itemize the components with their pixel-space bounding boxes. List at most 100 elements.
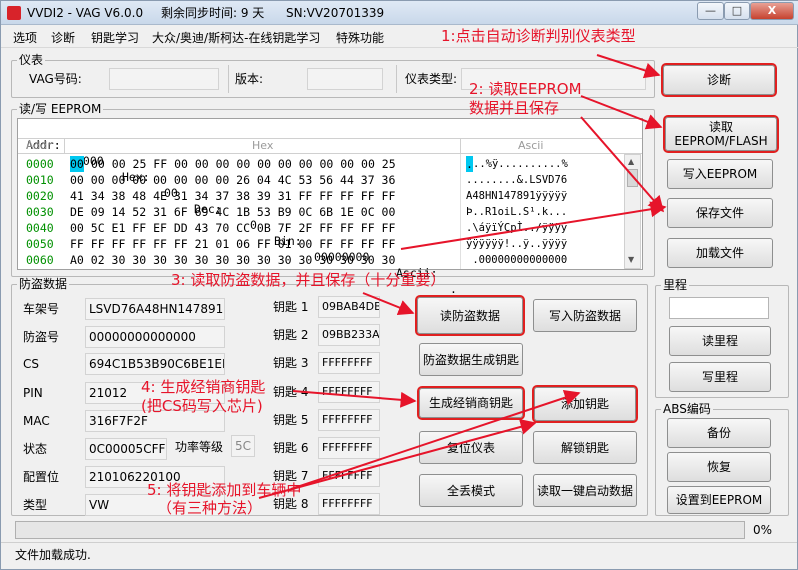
reset-dashboard-button[interactable]: 复位仪表 [419,431,523,464]
hex-row-ascii[interactable]: .00000000000000 [466,252,567,268]
hex-scrollbar[interactable]: ▲ ▼ [624,154,641,269]
status-bar: 文件加载成功. [1,542,797,569]
app-icon [7,6,21,20]
write-eeprom-button[interactable]: 写入EEPROM [667,159,773,189]
minimize-button[interactable]: — [697,2,724,20]
hex-row[interactable]: 0000 00 00 00 25 FF 00 00 00 00 00 00 00 0… [18,156,622,172]
title-bar: VVDI2 - VAG V6.0.0 剩余同步时间: 9 天 SN:VV2070… [1,1,798,25]
key-label: 钥匙 6 [273,441,309,455]
key-value[interactable]: FFFFFFFF [318,380,380,403]
hex-row[interactable]: 0050 FF FF FF FF FF FF 21 01 06 FF 01 00 … [18,236,622,252]
hex-row-bytes[interactable]: 00 00 00 00 00 00 00 00 26 04 4C 53 56 4… [70,172,395,188]
serial-number: SN:VV20701339 [286,6,385,20]
close-button[interactable]: X [750,2,794,20]
vag-number-label: VAG号码: [29,72,82,86]
hex-row[interactable]: 0020 41 34 38 48 4E 31 34 37 38 39 31 FF … [18,188,622,204]
key-label: 钥匙 4 [273,384,309,399]
menu-online-key-learning[interactable]: 大众/奥迪/斯柯达-在线钥匙学习 [152,29,320,46]
all-keys-lost-button[interactable]: 全丢模式 [419,474,523,507]
save-file-button[interactable]: 保存文件 [667,198,773,228]
hex-row[interactable]: 0030 DE 09 14 52 31 6F 69 4C 1B 53 B9 0C … [18,204,622,220]
hex-row[interactable]: 0040 00 5C E1 FF EF DD 43 70 CC 0B 7F 2F … [18,220,622,236]
immo-field-label: 车架号 [23,302,60,316]
scroll-thumb[interactable] [627,169,638,187]
divider [460,139,461,153]
menu-diagnose[interactable]: 诊断 [51,29,75,46]
hex-row-ascii[interactable]: Þ..R1oiL.S¹.k... [466,204,567,220]
hex-row-ascii[interactable]: ÿÿÿÿÿÿ!..ÿ..ÿÿÿÿ [466,236,567,252]
abs-restore-button[interactable]: 恢复 [667,452,771,482]
hex-row-bytes[interactable]: DE 09 14 52 31 6F 69 4C 1B 53 B9 0C 6B 1… [70,204,395,220]
hex-row-bytes[interactable]: 41 34 38 48 4E 31 34 37 38 39 31 FF FF F… [70,188,395,204]
generate-dealer-key-button[interactable]: 生成经销商钥匙 [417,386,525,420]
immo-field-value[interactable]: LSVD76A48HN147891 [85,298,225,320]
unlock-key-button[interactable]: 解锁钥匙 [533,431,637,464]
hex-row[interactable]: 0010 00 00 00 00 00 00 00 00 26 04 4C 53 … [18,172,622,188]
read-mileage-button[interactable]: 读里程 [669,326,771,356]
key-value[interactable]: FFFFFFFF [318,493,380,516]
key-value[interactable]: FFFFFFFF [318,465,380,488]
read-immo-data-button[interactable]: 读防盗数据 [415,295,525,336]
version-field[interactable] [307,68,383,90]
hex-editor[interactable]: Addr: 0000 Hex: 00 Dec: 0 Bin: 00000000 … [17,118,643,296]
abs-group-label: ABS编码 [661,402,713,416]
divider [228,65,229,93]
vag-number-field[interactable] [109,68,219,90]
hex-row-bytes[interactable]: A0 02 30 30 30 30 30 30 30 30 30 30 30 3… [70,252,395,268]
hex-row-bytes[interactable]: FF FF FF FF FF FF 21 01 06 FF 01 00 FF F… [70,236,395,252]
maximize-button[interactable]: □ [724,2,750,20]
hex-row-addr: 0050 [26,237,54,251]
abs-backup-button[interactable]: 备份 [667,418,771,448]
add-key-button[interactable]: 添加钥匙 [532,385,638,423]
key-label: 钥匙 5 [273,412,309,427]
key-value[interactable]: 09BB233A [318,324,380,347]
col-hex-header: Hex [252,139,274,152]
hex-row-addr: 0030 [26,205,54,219]
menu-options[interactable]: 选项 [13,29,37,46]
key-value[interactable]: FFFFFFFF [318,408,380,431]
dashboard-group-label: 仪表 [17,53,46,67]
menu-bar: 选项 诊断 钥匙学习 大众/奥迪/斯柯达-在线钥匙学习 特殊功能 [1,26,798,48]
scroll-up-icon[interactable]: ▲ [628,157,634,166]
abs-set-to-eeprom-button[interactable]: 设置到EEPROM [667,486,771,514]
immo-data-generate-key-button[interactable]: 防盗数据生成钥匙 [419,343,523,376]
ascii-char-selected[interactable]: . [466,156,473,172]
sync-remaining: 剩余同步时间: 9 天 [161,6,265,20]
hex-row[interactable]: 0060 A0 02 30 30 30 30 30 30 30 30 30 30 … [18,252,622,268]
read-eeprom-label: 读取 EEPROM/FLASH [674,120,768,148]
write-mileage-button[interactable]: 写里程 [669,362,771,392]
read-keyless-data-button[interactable]: 读取一键启动数据 [533,474,637,507]
key-label: 钥匙 1 [273,300,309,314]
hex-byte-selected[interactable]: 00 [70,156,84,172]
write-immo-data-button[interactable]: 写入防盗数据 [533,299,637,332]
power-level-field[interactable]: 5C [231,435,255,457]
menu-key-learning[interactable]: 钥匙学习 [91,29,139,46]
hex-row-bytes[interactable]: 00 5C E1 FF EF DD 43 70 CC 0B 7F 2F FF F… [70,220,395,236]
key-value[interactable]: 09BAB4DB [318,296,380,318]
hex-row-addr: 0020 [26,189,54,203]
hex-row-bytes[interactable]: 00 00 25 FF 00 00 00 00 00 00 00 00 00 0… [91,156,396,172]
annotation-2-line2: 数据并且保存 [469,99,560,117]
key-value[interactable]: FFFFFFFF [318,437,380,459]
hex-row-addr: 0040 [26,221,54,235]
annotation-4-line1: 4: 生成经销商钥匙 [141,378,266,396]
immo-field-value[interactable]: 00000000000000 [85,326,225,348]
hex-row-ascii[interactable]: A48HN147891ÿÿÿÿÿ [466,188,567,204]
scroll-down-icon[interactable]: ▼ [628,255,634,264]
hex-row-ascii[interactable]: .\áÿïÝCpÌ../ÿÿÿÿ [466,220,567,236]
menu-special-functions[interactable]: 特殊功能 [336,29,384,46]
immo-field-value[interactable]: 0C00005CFF [85,438,167,460]
annotation-3: 3: 读取防盗数据，并且保存（十分重要） [171,271,446,289]
immo-field-label: 防盗号 [23,330,60,344]
immo-field-label: MAC [23,414,50,428]
status-text: 文件加载成功. [15,548,91,562]
key-value[interactable]: FFFFFFFF [318,352,380,375]
immo-field-value[interactable]: 694C1B53B90C6BE1EFDD [85,353,225,375]
mileage-field[interactable] [669,297,769,319]
progress-bar [15,521,745,539]
diagnose-button[interactable]: 诊断 [661,63,777,97]
load-file-button[interactable]: 加载文件 [667,238,773,268]
read-eeprom-button[interactable]: 读取 EEPROM/FLASH [663,115,779,153]
hex-row-ascii[interactable]: ..%ÿ..........% [473,156,568,172]
hex-row-ascii[interactable]: ........&.LSVD76 [466,172,567,188]
